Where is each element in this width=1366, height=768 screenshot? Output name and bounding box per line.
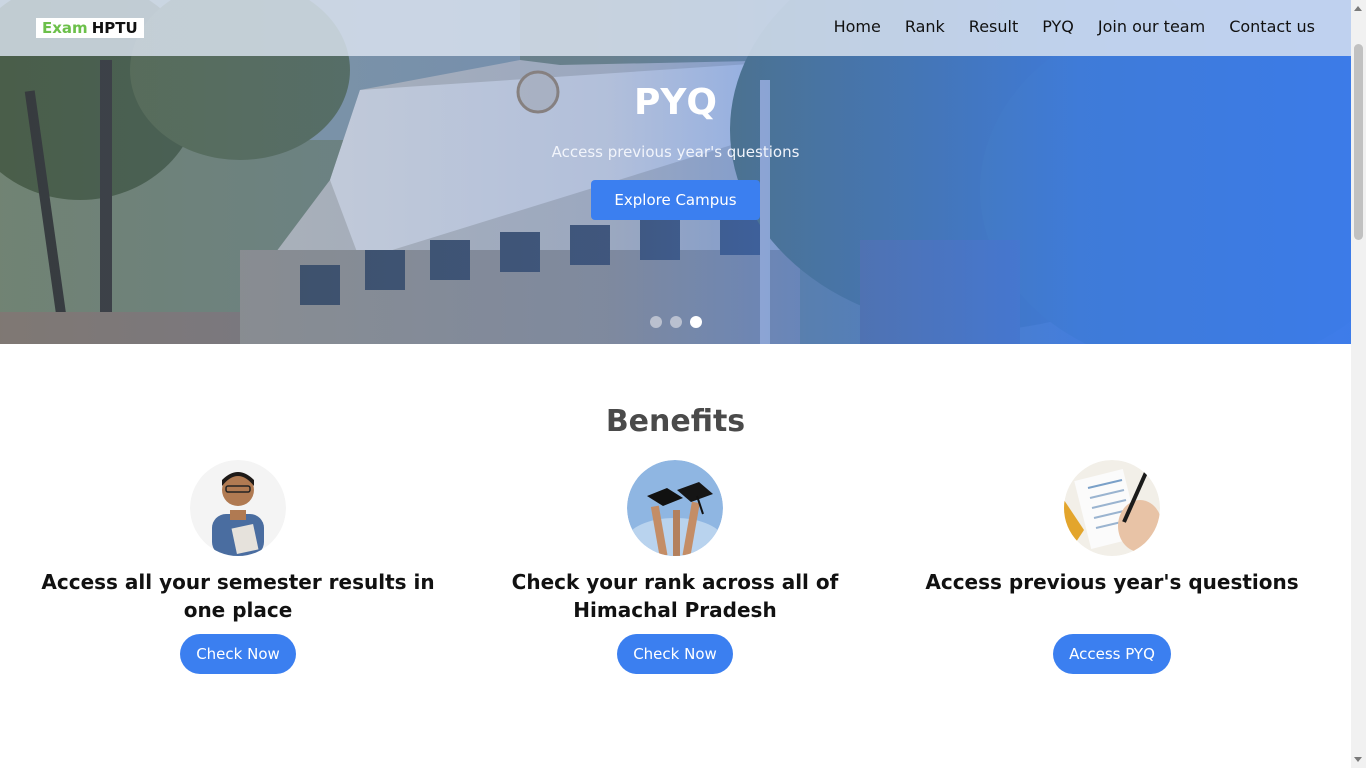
carousel-indicators (650, 316, 702, 328)
nav-link-home[interactable]: Home (834, 17, 881, 36)
benefit-title-results: Access all your semester results in one … (41, 570, 435, 622)
exam-paper-photo-icon (1064, 460, 1160, 556)
check-results-button[interactable]: Check Now (180, 634, 296, 674)
nav-link-pyq[interactable]: PYQ (1042, 17, 1074, 36)
navbar: Exam HPTU Home Rank Result PYQ Join our … (0, 0, 1351, 56)
carousel-dot-2[interactable] (670, 316, 682, 328)
hero-subtitle: Access previous year's questions (551, 143, 800, 161)
nav-link-rank[interactable]: Rank (905, 17, 945, 36)
carousel-dot-1[interactable] (650, 316, 662, 328)
nav-menu: Home Rank Result PYQ Join our team Conta… (834, 17, 1315, 36)
scroll-down-arrow-icon[interactable] (1354, 757, 1362, 762)
brand-logo[interactable]: Exam HPTU (36, 18, 144, 38)
scroll-up-arrow-icon[interactable] (1354, 6, 1362, 11)
benefits-heading: Benefits (605, 404, 746, 439)
page-scrollbar[interactable] (1351, 0, 1366, 768)
nav-link-contact[interactable]: Contact us (1229, 17, 1315, 36)
scrollbar-thumb[interactable] (1354, 44, 1363, 240)
nav-link-join-team[interactable]: Join our team (1098, 17, 1205, 36)
brand-part-hptu: HPTU (91, 19, 138, 37)
brand-part-exam: Exam (42, 19, 88, 37)
hero-title: PYQ (633, 82, 718, 123)
page: Exam HPTU Home Rank Result PYQ Join our … (0, 0, 1351, 768)
benefit-title-rank: Check your rank across all of Himachal P… (511, 570, 839, 622)
hero-carousel: Exam HPTU Home Rank Result PYQ Join our … (0, 0, 1351, 344)
benefit-card-pyq: Access previous year's questions Access … (902, 460, 1322, 674)
benefit-title-pyq: Access previous year's questions (925, 570, 1299, 594)
access-pyq-button[interactable]: Access PYQ (1053, 634, 1171, 674)
graduation-caps-photo-icon (627, 460, 723, 556)
carousel-dot-3[interactable] (690, 316, 702, 328)
nav-link-result[interactable]: Result (969, 17, 1018, 36)
explore-campus-button[interactable]: Explore Campus (591, 180, 760, 220)
check-rank-button[interactable]: Check Now (617, 634, 733, 674)
benefit-card-rank: Check your rank across all of Himachal P… (465, 460, 885, 674)
benefit-card-results: Access all your semester results in one … (28, 460, 448, 674)
student-photo-icon (190, 460, 286, 556)
